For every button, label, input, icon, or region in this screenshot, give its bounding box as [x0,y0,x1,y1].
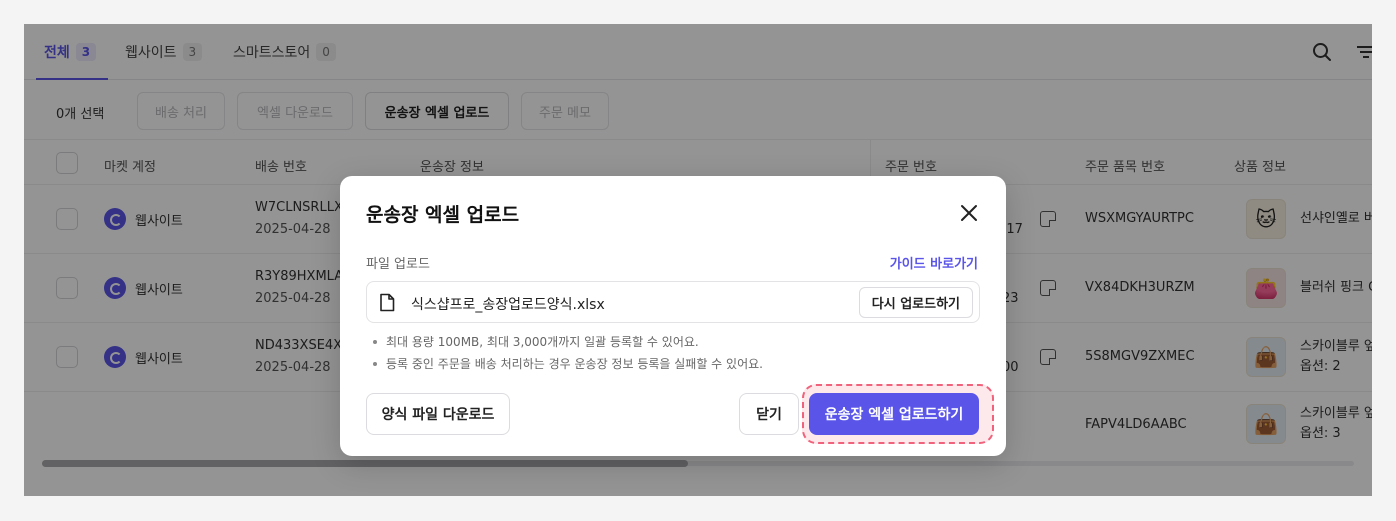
submit-upload-button[interactable]: 운송장 엑셀 업로드하기 [809,393,979,435]
file-icon [380,293,395,312]
template-download-button[interactable]: 양식 파일 다운로드 [366,393,510,435]
upload-notes: 최대 용량 100MB, 최대 3,000개까지 일괄 등록할 수 있어요. 등… [370,331,763,375]
reupload-button[interactable]: 다시 업로드하기 [858,287,973,318]
waybill-upload-dialog: 운송장 엑셀 업로드 파일 업로드 가이드 바로가기 식스샵프로_송장업로드양식… [340,176,1006,456]
note-item: 등록 중인 주문을 배송 처리하는 경우 운송장 정보 등록을 실패할 수 있어… [370,353,763,375]
guide-link[interactable]: 가이드 바로가기 [890,253,978,272]
note-item: 최대 용량 100MB, 최대 3,000개까지 일괄 등록할 수 있어요. [370,331,763,353]
upload-label: 파일 업로드 [366,257,430,272]
uploaded-file: 식스샵프로_송장업로드양식.xlsx 다시 업로드하기 [366,281,980,323]
dialog-title: 운송장 엑셀 업로드 [366,204,520,226]
close-icon[interactable] [958,202,980,224]
file-name: 식스샵프로_송장업로드양식.xlsx [411,297,605,313]
close-button[interactable]: 닫기 [739,393,799,435]
